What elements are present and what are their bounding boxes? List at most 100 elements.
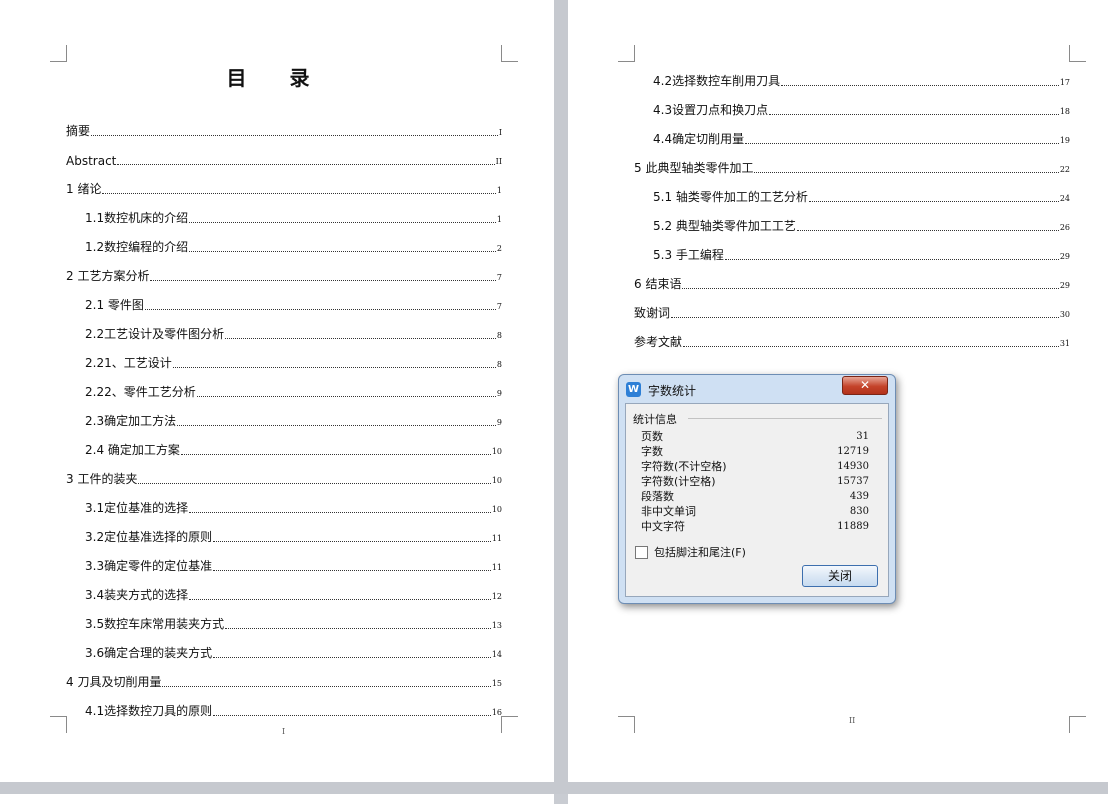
- toc-entry[interactable]: 3.2定位基准选择的原则 11: [66, 516, 502, 545]
- toc-entry[interactable]: 5.3 手工编程 29: [634, 234, 1070, 263]
- toc-entry[interactable]: 致谢词 30: [634, 292, 1070, 321]
- toc-entry[interactable]: 2 工艺方案分析 7: [66, 255, 502, 284]
- statistic-label: 中文字符: [641, 520, 685, 533]
- statistics-list: 页数 31 字数 12719 字符数(不计空格) 14930 字符数(计空格) 15737 段落…: [641, 429, 869, 534]
- toc-entry[interactable]: Abstract II: [66, 139, 502, 168]
- toc-entry[interactable]: 4.1选择数控刀具的原则 16: [66, 690, 502, 719]
- toc-entry-page: 2: [496, 244, 502, 253]
- toc-entry[interactable]: 2.2工艺设计及零件图分析 8: [66, 313, 502, 342]
- toc-entry-text: 参考文献: [634, 335, 683, 349]
- next-page-left: [0, 794, 554, 804]
- toc-entry[interactable]: 5 此典型轴类零件加工 22: [634, 147, 1070, 176]
- toc-entry-page: 8: [496, 331, 502, 340]
- crop-mark: [501, 45, 518, 62]
- statistic-value: 830: [849, 506, 869, 517]
- toc-entry[interactable]: 参考文献 31: [634, 321, 1070, 350]
- toc-entry-text: 2.2工艺设计及零件图分析: [85, 327, 225, 341]
- toc-entry-text: 4.4确定切削用量: [653, 132, 745, 146]
- toc-entry[interactable]: 4 刀具及切削用量 15: [66, 661, 502, 690]
- toc-entry[interactable]: 1 绪论 1: [66, 168, 502, 197]
- toc-leader-dots: [196, 395, 496, 397]
- toc-entry[interactable]: 4.3设置刀点和换刀点 18: [634, 89, 1070, 118]
- close-icon[interactable]: ✕: [842, 376, 888, 395]
- toc-leader-dots: [91, 134, 498, 136]
- toc-leader-dots: [150, 279, 496, 281]
- toc-entry-page: 19: [1059, 136, 1070, 145]
- toc-entry-page: 31: [1059, 339, 1070, 348]
- statistic-row: 中文字符 11889: [641, 519, 869, 534]
- toc-entry-page: 8: [496, 360, 502, 369]
- toc-entry[interactable]: 6 结束语 29: [634, 263, 1070, 292]
- statistic-value: 15737: [837, 476, 869, 487]
- crop-mark: [618, 45, 635, 62]
- statistic-row: 非中文单词 830: [641, 504, 869, 519]
- document-page-1[interactable]: 目 录 摘要 I Abstract II 1 绪论 1 1.1数控机床的介绍 1 1.2数控编程…: [0, 0, 554, 782]
- statistic-label: 段落数: [641, 490, 674, 503]
- toc-entry-text: 2 工艺方案分析: [66, 269, 150, 283]
- toc-leader-dots: [808, 200, 1059, 202]
- toc-entry-text: 2.4 确定加工方案: [85, 443, 180, 457]
- toc-entry[interactable]: 3.3确定零件的定位基准 11: [66, 545, 502, 574]
- statistic-value: 14930: [837, 461, 869, 472]
- toc-leader-dots: [213, 540, 491, 542]
- toc-entry-text: 3.3确定零件的定位基准: [85, 559, 213, 573]
- toc-entry-page: 13: [491, 621, 502, 630]
- include-footnotes-option[interactable]: 包括脚注和尾注(F): [635, 544, 746, 560]
- toc-entry[interactable]: 2.4 确定加工方案 10: [66, 429, 502, 458]
- toc-leader-dots: [177, 424, 496, 426]
- word-count-dialog[interactable]: W 字数统计 ✕ 统计信息 页数 31 字数 12719 字符数(不计空格) 14930 字…: [618, 374, 896, 604]
- toc-leader-dots: [682, 287, 1059, 289]
- toc-entry-text: 2.1 零件图: [85, 298, 144, 312]
- toc-entry[interactable]: 3.4装夹方式的选择 12: [66, 574, 502, 603]
- toc-entry[interactable]: 3 工件的装夹 10: [66, 458, 502, 487]
- toc-leader-dots: [144, 308, 496, 310]
- group-divider: [688, 418, 882, 419]
- toc-entry[interactable]: 2.22、零件工艺分析 9: [66, 371, 502, 400]
- toc-leader-dots: [671, 316, 1059, 318]
- toc-entry[interactable]: 4.4确定切削用量 19: [634, 118, 1070, 147]
- toc-entry-page: 10: [491, 447, 502, 456]
- page-gap: [0, 782, 1108, 794]
- toc-entry-text: 3.2定位基准选择的原则: [85, 530, 213, 544]
- toc-entry-text: 5.1 轴类零件加工的工艺分析: [653, 190, 808, 204]
- toc-entry-text: 3.5数控车床常用装夹方式: [85, 617, 225, 631]
- crop-mark: [50, 716, 67, 733]
- toc-entry[interactable]: 5.2 典型轴类零件加工工艺 26: [634, 205, 1070, 234]
- toc-entry[interactable]: 2.21、工艺设计 8: [66, 342, 502, 371]
- statistic-row: 字符数(计空格) 15737: [641, 474, 869, 489]
- dialog-titlebar[interactable]: W 字数统计 ✕: [619, 375, 895, 401]
- toc-entry-page: 10: [491, 476, 502, 485]
- toc-entry[interactable]: 3.6确定合理的装夹方式 14: [66, 632, 502, 661]
- toc-leader-dots: [172, 366, 496, 368]
- toc-entry-page: 12: [491, 592, 502, 601]
- toc-entry[interactable]: 1.2数控编程的介绍 2: [66, 226, 502, 255]
- dialog-title: 字数统计: [648, 384, 697, 398]
- statistic-value: 31: [856, 431, 869, 442]
- page-number-footer: I: [282, 727, 286, 736]
- toc-entry-page: 11: [491, 563, 502, 572]
- toc-leader-dots: [769, 113, 1059, 115]
- toc-leader-dots: [189, 511, 491, 513]
- toc-leader-dots: [189, 598, 491, 600]
- page-number-footer: II: [849, 716, 856, 725]
- toc-entry-page: 10: [491, 505, 502, 514]
- include-footnotes-label: 包括脚注和尾注(F): [654, 546, 746, 559]
- toc-entry[interactable]: 摘要 I: [66, 110, 502, 139]
- toc-entry[interactable]: 2.3确定加工方法 9: [66, 400, 502, 429]
- toc-leader-dots: [117, 163, 495, 165]
- statistic-label: 非中文单词: [641, 505, 696, 518]
- toc-entry-text: 1 绪论: [66, 182, 102, 196]
- toc-entry-text: 4.3设置刀点和换刀点: [653, 103, 769, 117]
- toc-entry-page: 18: [1059, 107, 1070, 116]
- toc-title: 目 录: [226, 66, 328, 90]
- close-button[interactable]: 关闭: [802, 565, 878, 587]
- toc-entry[interactable]: 1.1数控机床的介绍 1: [66, 197, 502, 226]
- toc-entry[interactable]: 2.1 零件图 7: [66, 284, 502, 313]
- statistic-row: 段落数 439: [641, 489, 869, 504]
- toc-entry[interactable]: 4.2选择数控车削用刀具 17: [634, 60, 1070, 89]
- toc-entry[interactable]: 3.1定位基准的选择 10: [66, 487, 502, 516]
- toc-entry[interactable]: 5.1 轴类零件加工的工艺分析 24: [634, 176, 1070, 205]
- toc-entry-text: 2.22、零件工艺分析: [85, 385, 196, 399]
- toc-entry[interactable]: 3.5数控车床常用装夹方式 13: [66, 603, 502, 632]
- include-footnotes-checkbox[interactable]: [635, 545, 648, 559]
